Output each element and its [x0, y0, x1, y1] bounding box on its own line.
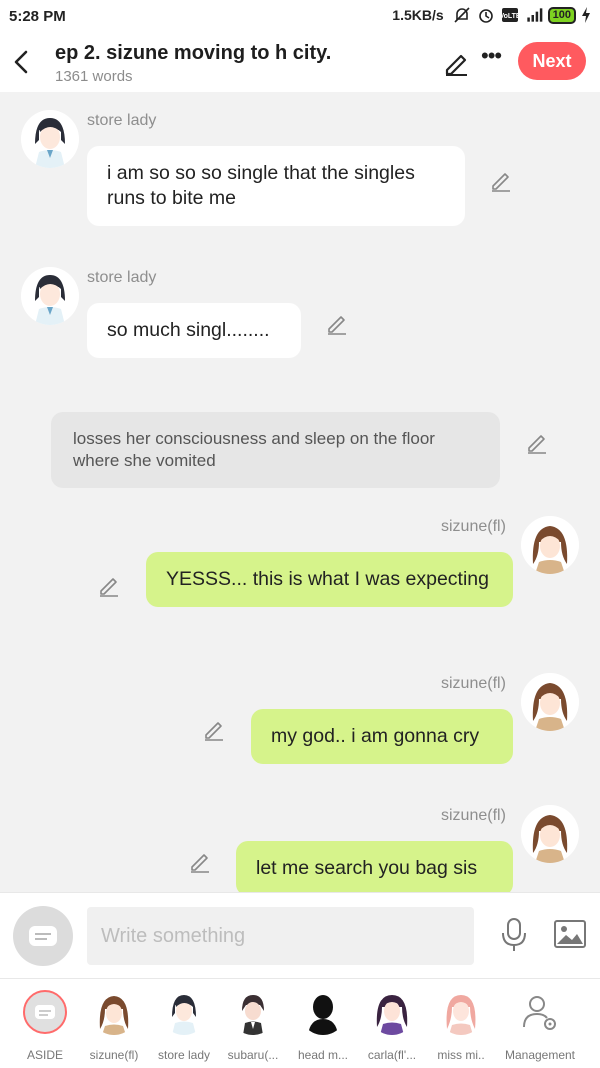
message-bubble[interactable]: so much singl........	[87, 303, 301, 358]
management-icon	[523, 996, 556, 1030]
sizune-avatar[interactable]	[521, 516, 579, 574]
svg-text:VoLTE: VoLTE	[500, 13, 520, 20]
character-label: head m...	[297, 1048, 349, 1062]
volte-icon: VoLTE	[500, 8, 520, 22]
image-icon[interactable]	[553, 919, 587, 949]
store-lady-avatar[interactable]	[21, 110, 79, 168]
battery-icon: 100	[547, 6, 576, 24]
aside-toggle-button[interactable]	[13, 906, 73, 966]
speaker-name: store lady	[87, 269, 157, 286]
chat-area[interactable]: store lady i am so so so single that the…	[0, 92, 600, 892]
message-bubble[interactable]: let me search you bag sis	[236, 841, 513, 892]
composer-bar	[0, 892, 600, 979]
store-lady-avatar	[161, 989, 207, 1035]
next-button[interactable]: Next	[518, 42, 586, 80]
character-bar: ASIDE sizune(fl) store lady subaru(... h…	[0, 978, 600, 1068]
character-label: store lady	[157, 1048, 211, 1062]
sizune-avatar[interactable]	[521, 805, 579, 863]
message-input[interactable]	[87, 907, 474, 965]
edit-message-icon[interactable]	[188, 850, 212, 874]
mute-bell-icon	[454, 7, 470, 23]
character-label: carla(fl'...	[367, 1048, 417, 1062]
character-management[interactable]: Management	[502, 989, 578, 1064]
microphone-icon[interactable]	[499, 917, 529, 953]
status-indicators: 1.5KB/s VoLTE 100	[392, 6, 592, 24]
more-options-icon[interactable]: •••	[481, 44, 502, 70]
character-label: ASIDE	[26, 1048, 63, 1062]
character-label: subaru(...	[227, 1048, 279, 1062]
edit-message-icon[interactable]	[97, 574, 121, 598]
charging-icon	[582, 7, 590, 23]
character-label: sizune(fl)	[89, 1048, 139, 1062]
miss-mi-avatar	[438, 989, 484, 1035]
character-subaru[interactable]: subaru(...	[219, 989, 287, 1064]
carla-avatar	[369, 989, 415, 1035]
silhouette-avatar	[300, 989, 346, 1035]
speaker-name: sizune(fl)	[441, 518, 506, 535]
speaker-name: store lady	[87, 112, 157, 129]
status-time: 5:28 PM	[9, 8, 66, 25]
character-label: miss mi..	[437, 1048, 485, 1062]
edit-message-icon[interactable]	[325, 312, 349, 336]
aside-icon	[29, 926, 57, 946]
store-lady-avatar[interactable]	[21, 267, 79, 325]
speaker-name: sizune(fl)	[441, 807, 506, 824]
aside-icon	[23, 990, 67, 1034]
episode-title[interactable]: ep 2. sizune moving to h city.	[55, 42, 331, 65]
edit-message-icon[interactable]	[525, 431, 549, 455]
network-speed: 1.5KB/s	[392, 7, 444, 23]
message-bubble[interactable]: YESSS... this is what I was expecting	[146, 552, 513, 607]
message-bubble[interactable]: i am so so so single that the singles ru…	[87, 146, 465, 226]
message-input-wrapper	[87, 907, 474, 965]
subaru-avatar	[230, 989, 276, 1035]
edit-message-icon[interactable]	[202, 718, 226, 742]
status-bar: 5:28 PM 1.5KB/s VoLTE 100	[0, 0, 600, 34]
back-arrow-icon[interactable]	[10, 48, 34, 76]
alarm-icon	[478, 9, 493, 23]
character-miss-mi[interactable]: miss mi..	[427, 989, 495, 1064]
aside-bubble[interactable]: losses her consciousness and sleep on th…	[51, 412, 500, 488]
character-sizune[interactable]: sizune(fl)	[80, 989, 148, 1064]
speaker-name: sizune(fl)	[441, 675, 506, 692]
signal-icon	[526, 8, 542, 22]
editor-header: ep 2. sizune moving to h city. 1361 word…	[0, 34, 600, 92]
word-count: 1361 words	[55, 68, 133, 85]
edit-pencil-icon[interactable]	[443, 50, 469, 76]
sizune-avatar[interactable]	[521, 673, 579, 731]
edit-message-icon[interactable]	[489, 169, 513, 193]
character-aside[interactable]: ASIDE	[11, 989, 79, 1064]
character-store-lady[interactable]: store lady	[150, 989, 218, 1064]
sizune-avatar	[91, 989, 137, 1035]
message-bubble[interactable]: my god.. i am gonna cry	[251, 709, 513, 764]
character-head-m[interactable]: head m...	[289, 989, 357, 1064]
character-label: Management	[504, 1048, 576, 1062]
character-carla[interactable]: carla(fl'...	[358, 989, 426, 1064]
